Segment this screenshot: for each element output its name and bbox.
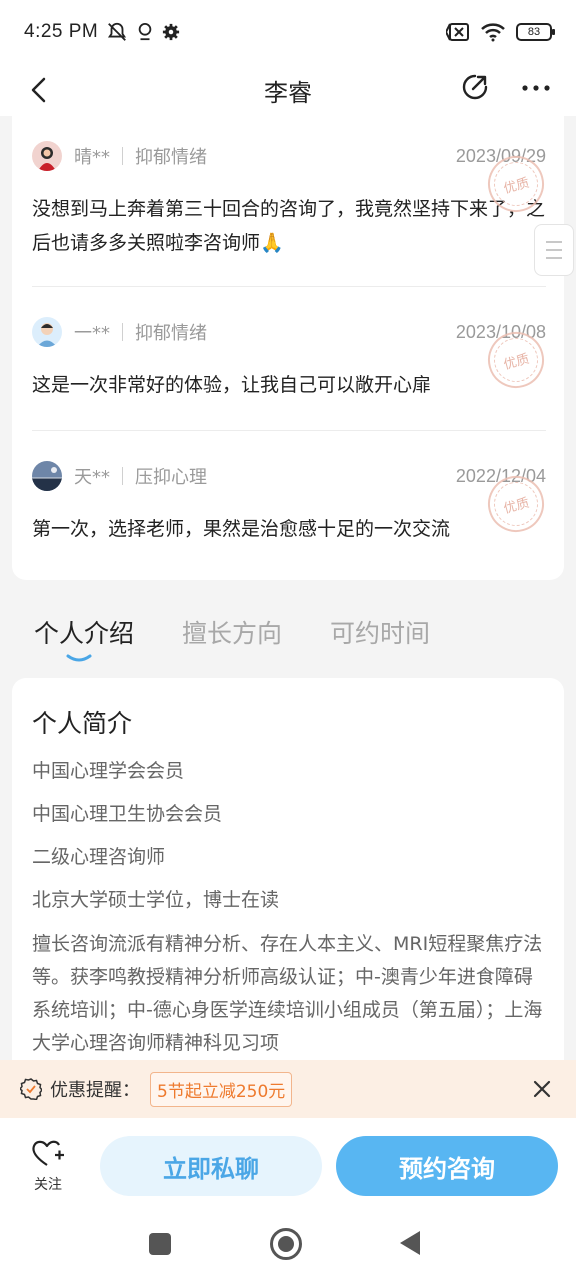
review-tag: 抑郁情绪	[135, 323, 207, 344]
top-app-bar: 李睿	[0, 64, 576, 116]
divider	[122, 147, 123, 165]
mute-icon	[108, 22, 127, 41]
promo-label: 优惠提醒：	[50, 1080, 140, 1101]
intro-item: 中国心理卫生协会会员	[32, 803, 223, 825]
tab-personal-intro[interactable]: 个人介绍	[34, 614, 134, 650]
intro-item: 二级心理咨询师	[32, 846, 166, 868]
wifi-icon	[481, 23, 505, 42]
intro-item: 中国心理学会会员	[32, 760, 185, 782]
sim-off-icon	[446, 23, 469, 41]
avatar	[32, 461, 62, 491]
more-icon[interactable]	[520, 74, 552, 102]
review-username: 一**	[74, 323, 110, 344]
back-icon[interactable]	[400, 1231, 420, 1255]
status-bar: 4:25 PM 83	[0, 0, 576, 64]
follow-button[interactable]: 关注	[22, 1138, 74, 1194]
home-icon[interactable]	[270, 1228, 302, 1260]
recent-apps-icon[interactable]	[149, 1233, 171, 1255]
intro-item: 擅长咨询流派有精神分析、存在人本主义、MRI短程聚焦疗法等。获李鸣教授精神分析师…	[32, 933, 543, 1054]
tab-indicator	[66, 654, 92, 662]
settings-icon	[163, 23, 180, 41]
divider	[122, 323, 123, 341]
review-tag: 压抑心理	[135, 467, 207, 488]
scroll-handle[interactable]	[534, 224, 574, 276]
location-icon	[138, 23, 152, 41]
divider	[32, 430, 546, 431]
review-username: 天**	[74, 467, 110, 488]
promo-badge: 5节起立减250元	[150, 1071, 293, 1107]
avatar	[32, 141, 62, 171]
battery-icon: 83	[516, 23, 555, 41]
bottom-action-bar: 关注 立即私聊 预约咨询	[0, 1118, 576, 1212]
review-username: 晴**	[74, 147, 110, 168]
share-icon[interactable]	[460, 72, 490, 102]
intro-heading: 个人简介	[32, 709, 133, 738]
avatar	[32, 317, 62, 347]
system-nav-bar	[0, 1212, 576, 1280]
review-item: 一** 抑郁情绪 2023/10/08 这是一次非常好的体验，让我自己可以敞开心…	[32, 316, 551, 402]
tab-bar: 个人介绍 擅长方向 可约时间	[0, 608, 576, 664]
review-text: 这是一次非常好的体验，让我自己可以敞开心扉	[32, 374, 432, 396]
follow-label: 关注	[34, 1177, 62, 1193]
discount-icon	[20, 1078, 42, 1100]
intro-card: 个人简介 中国心理学会会员 中国心理卫生协会会员 二级心理咨询师 北京大学硕士学…	[12, 678, 564, 1078]
review-tag: 抑郁情绪	[135, 147, 207, 168]
reviews-card: 晴** 抑郁情绪 2023/09/29 没想到马上奔着第三十回合的咨询了，我竟然…	[12, 116, 564, 580]
intro-item: 北京大学硕士学位，博士在读	[32, 889, 280, 911]
close-icon[interactable]	[530, 1077, 554, 1101]
review-item: 天** 压抑心理 2022/12/04 第一次，选择老师，果然是治愈感十足的一次…	[32, 460, 551, 546]
promo-bar: 优惠提醒： 5节起立减250元	[0, 1060, 576, 1118]
tab-availability[interactable]: 可约时间	[330, 614, 430, 650]
tab-expertise[interactable]: 擅长方向	[182, 614, 282, 650]
divider	[122, 467, 123, 485]
chat-now-button[interactable]: 立即私聊	[100, 1136, 322, 1196]
review-text: 没想到马上奔着第三十回合的咨询了，我竟然坚持下来了，之后也请多多关照啦李咨询师🙏	[32, 198, 546, 254]
heart-plus-icon	[32, 1140, 64, 1166]
book-consultation-button[interactable]: 预约咨询	[336, 1136, 558, 1196]
status-time: 4:25 PM	[24, 21, 99, 42]
divider	[32, 286, 546, 287]
review-item: 晴** 抑郁情绪 2023/09/29 没想到马上奔着第三十回合的咨询了，我竟然…	[32, 140, 551, 260]
review-text: 第一次，选择老师，果然是治愈感十足的一次交流	[32, 518, 451, 540]
